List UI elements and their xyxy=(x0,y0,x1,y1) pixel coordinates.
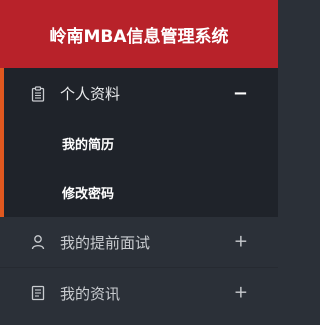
sub-item-my-resume[interactable]: 我的简历 xyxy=(4,119,278,168)
sub-item-change-password[interactable]: 修改密码 xyxy=(4,168,278,217)
collapse-icon[interactable]: − xyxy=(233,84,248,103)
app-window: 岭南MBA信息管理系统 个人资料 − 我的简历 修改密码 我的提前面试 + 我的… xyxy=(0,0,278,325)
menu-group-my-news-header[interactable]: 我的资讯 + xyxy=(0,268,278,318)
menu-group-label: 个人资料 xyxy=(60,85,121,103)
menu-group-early-interview: 我的提前面试 + xyxy=(0,217,278,267)
expand-icon[interactable]: + xyxy=(234,233,248,251)
clipboard-icon xyxy=(30,85,46,102)
menu-group-label: 我的资讯 xyxy=(60,284,121,303)
menu-group-early-interview-header[interactable]: 我的提前面试 + xyxy=(0,217,278,267)
sidebar-menu: 个人资料 − 我的简历 修改密码 我的提前面试 + 我的资讯 + xyxy=(0,68,278,318)
document-icon xyxy=(30,285,46,301)
app-header: 岭南MBA信息管理系统 xyxy=(0,0,278,68)
sub-item-label: 修改密码 xyxy=(62,187,115,202)
menu-group-profile-header[interactable]: 个人资料 − xyxy=(4,68,278,119)
app-title: 岭南MBA信息管理系统 xyxy=(49,26,229,47)
menu-group-label: 我的提前面试 xyxy=(60,233,151,252)
menu-group-profile: 个人资料 − 我的简历 修改密码 xyxy=(0,68,278,217)
sub-item-label: 我的简历 xyxy=(62,138,115,153)
expand-icon[interactable]: + xyxy=(234,284,248,302)
user-icon xyxy=(30,234,46,250)
menu-group-my-news: 我的资讯 + xyxy=(0,268,278,318)
